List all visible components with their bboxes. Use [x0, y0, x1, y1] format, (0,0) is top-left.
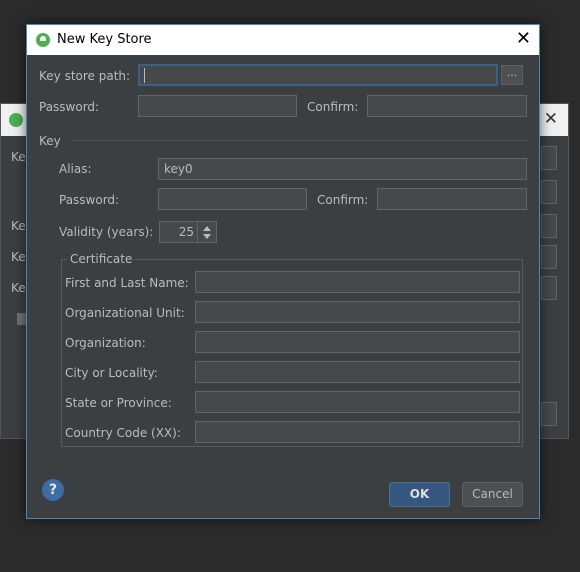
dialog-title: New Key Store: [57, 32, 152, 47]
first-last-name-label: First and Last Name:: [65, 276, 189, 290]
close-icon[interactable]: ✕: [516, 28, 531, 49]
cancel-button[interactable]: Cancel: [462, 482, 523, 507]
organizational-unit-label: Organizational Unit:: [65, 306, 185, 320]
validity-spinner[interactable]: 25: [159, 221, 217, 243]
background-label: Ke: [11, 219, 26, 233]
background-field: [541, 276, 557, 300]
key-section-label: Key: [39, 134, 61, 148]
state-province-label: State or Province:: [65, 396, 172, 410]
section-divider: [71, 140, 527, 141]
alias-value: key0: [164, 162, 193, 176]
password-label: Password:: [39, 100, 100, 114]
background-label: Ke: [11, 150, 26, 164]
country-code-label: Country Code (XX):: [65, 426, 181, 440]
spinner-down-arrow-icon[interactable]: [203, 234, 211, 239]
background-field: [541, 402, 557, 426]
organizational-unit-input[interactable]: [195, 301, 520, 323]
background-field: [541, 180, 557, 204]
organization-label: Organization:: [65, 336, 146, 350]
key-store-path-label: Key store path:: [39, 69, 131, 83]
background-field: [541, 214, 557, 238]
certificate-legend: Certificate: [67, 252, 136, 266]
help-icon[interactable]: ?: [42, 479, 64, 501]
close-icon[interactable]: ✕: [544, 109, 558, 129]
background-label: Ke: [11, 281, 26, 295]
city-locality-input[interactable]: [195, 361, 520, 383]
key-confirm-input[interactable]: [377, 188, 527, 210]
alias-label: Alias:: [59, 162, 92, 176]
background-label: Ke: [11, 250, 26, 264]
key-password-input[interactable]: [158, 188, 307, 210]
first-last-name-input[interactable]: [195, 271, 520, 293]
country-code-input[interactable]: [195, 421, 520, 443]
organization-input[interactable]: [195, 331, 520, 353]
validity-value: 25: [178, 225, 194, 239]
text-caret: [144, 68, 145, 83]
alias-input[interactable]: key0: [158, 158, 527, 180]
new-key-store-dialog: New Key Store ✕ Key store path: ... Pass…: [26, 24, 540, 519]
spinner-buttons: [197, 222, 216, 242]
titlebar: New Key Store ✕: [27, 25, 539, 55]
password-input[interactable]: [138, 95, 297, 117]
android-studio-logo-icon: [9, 113, 23, 127]
city-locality-label: City or Locality:: [65, 366, 158, 380]
browse-button[interactable]: ...: [501, 65, 523, 85]
validity-label: Validity (years):: [59, 225, 154, 239]
ok-button[interactable]: OK: [389, 482, 450, 507]
state-province-input[interactable]: [195, 391, 520, 413]
background-field: [541, 146, 557, 170]
key-confirm-label: Confirm:: [317, 193, 369, 207]
key-password-label: Password:: [59, 193, 120, 207]
spinner-up-arrow-icon[interactable]: [203, 226, 211, 231]
key-store-path-input[interactable]: [138, 64, 498, 86]
android-studio-logo-icon: [36, 33, 50, 47]
background-field: [541, 245, 557, 269]
confirm-input[interactable]: [367, 95, 527, 117]
confirm-label: Confirm:: [307, 100, 359, 114]
